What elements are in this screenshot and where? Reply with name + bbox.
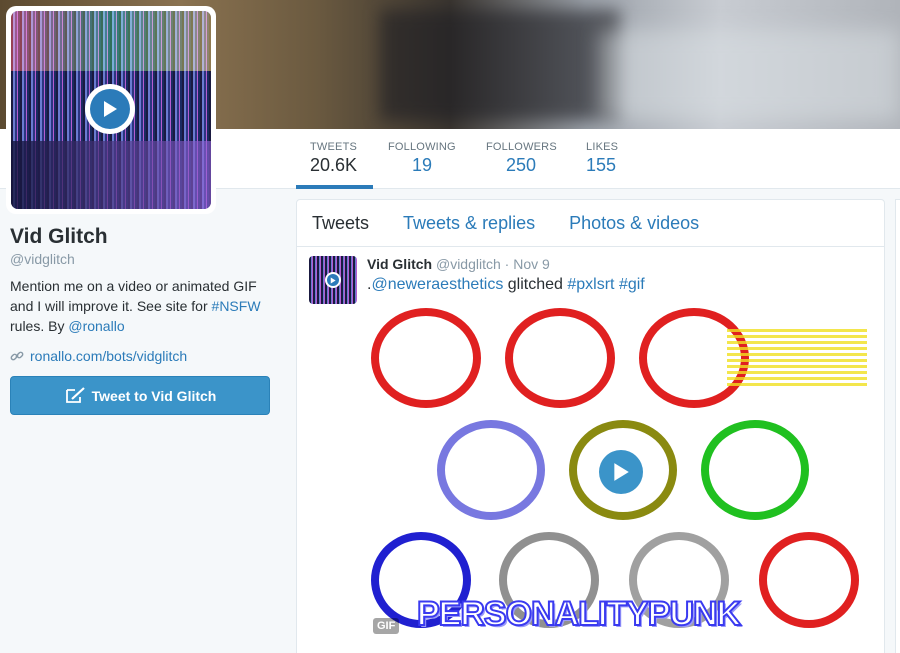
bio-text-mid: rules. By <box>10 318 69 334</box>
timeline-tabs: Tweets Tweets & replies Photos & videos <box>297 200 884 247</box>
right-sidebar-edge <box>895 199 900 653</box>
bio-mention-link[interactable]: @ronallo <box>68 318 124 334</box>
timeline: Tweets Tweets & replies Photos & videos … <box>296 199 885 653</box>
tab-photos-videos[interactable]: Photos & videos <box>569 213 699 234</box>
tweet-body: Vid Glitch @vidglitch · Nov 9 .@neweraes… <box>367 256 873 640</box>
tweet-text: .@neweraesthetics glitched #pxlsrt #gif <box>367 276 872 294</box>
stat-tweets-label: TWEETS <box>310 141 358 153</box>
tab-tweets-replies[interactable]: Tweets & replies <box>403 213 535 234</box>
header-blur-left <box>380 10 620 120</box>
profile-card: Vid Glitch @vidglitch Mention me on a vi… <box>10 225 272 415</box>
face-red-sleepy <box>759 532 859 628</box>
header-blur-right <box>600 30 900 120</box>
stat-following[interactable]: FOLLOWING 19 <box>388 129 470 189</box>
stat-following-value: 19 <box>412 155 433 175</box>
avatar-band-top <box>11 11 211 71</box>
tweet-text-mid: glitched <box>503 276 568 293</box>
profile-name[interactable]: Vid Glitch <box>10 225 272 249</box>
tweet-avatar[interactable] <box>309 256 357 304</box>
stat-followers-value: 250 <box>506 155 537 175</box>
tweet-item[interactable]: Vid Glitch @vidglitch · Nov 9 .@neweraes… <box>297 247 884 640</box>
media-play-icon[interactable] <box>595 446 647 498</box>
avatar-play-icon[interactable] <box>85 84 135 134</box>
face-happy-red <box>371 308 481 408</box>
bio-hashtag-link[interactable]: #NSFW <box>212 298 261 314</box>
glitch-streak <box>727 326 867 386</box>
tab-tweets[interactable]: Tweets <box>312 213 369 234</box>
play-icon <box>614 463 629 481</box>
avatar-band-bottom <box>11 141 211 209</box>
profile-url[interactable]: ronallo.com/bots/vidglitch <box>10 348 272 364</box>
tweet-author-name[interactable]: Vid Glitch <box>367 256 432 272</box>
tweet-author-handle[interactable]: @vidglitch <box>436 256 501 272</box>
stat-likes-label: LIKES <box>586 141 619 153</box>
stat-tweets[interactable]: TWEETS 20.6K <box>296 129 373 189</box>
tweet-avatar-play-icon <box>325 272 341 288</box>
profile-url-text: ronallo.com/bots/vidglitch <box>30 348 188 364</box>
stat-followers[interactable]: FOLLOWERS 250 <box>486 129 566 189</box>
stat-tweets-value: 20.6K <box>310 155 358 175</box>
link-icon <box>10 351 24 361</box>
face-meh-blue <box>437 420 545 520</box>
stat-likes-value: 155 <box>586 155 617 175</box>
stat-followers-label: FOLLOWERS <box>486 141 557 153</box>
tweet-hashtag-gif[interactable]: #gif <box>619 276 645 293</box>
stat-following-label: FOLLOWING <box>388 141 456 153</box>
gif-badge: GIF <box>373 618 400 634</box>
profile-handle[interactable]: @vidglitch <box>10 251 272 267</box>
stat-likes[interactable]: LIKES 155 <box>586 129 636 189</box>
tweet-separator: · <box>500 256 514 272</box>
media-caption: PERSONALITYPUNK <box>416 594 742 634</box>
tweet-media-gif[interactable]: PERSONALITYPUNK GIF <box>367 306 873 640</box>
compose-tweet-icon <box>65 386 85 403</box>
mini-play-icon <box>330 277 336 283</box>
profile-bio: Mention me on a video or animated GIF an… <box>10 276 272 336</box>
profile-avatar[interactable] <box>6 6 216 214</box>
tweet-header: Vid Glitch @vidglitch · Nov 9 <box>367 256 872 272</box>
tweet-hashtag-pxlsrt[interactable]: #pxlsrt <box>567 276 614 293</box>
tweet-to-button-label: Tweet to Vid Glitch <box>91 387 217 404</box>
face-smirk-green <box>701 420 809 520</box>
tweet-to-button[interactable]: Tweet to Vid Glitch <box>10 376 270 415</box>
play-icon <box>104 101 117 117</box>
tweet-date[interactable]: Nov 9 <box>513 256 550 272</box>
tweet-mention-link[interactable]: @neweraesthetics <box>371 276 503 293</box>
avatar-image <box>11 11 211 209</box>
face-sad-red <box>505 308 615 408</box>
